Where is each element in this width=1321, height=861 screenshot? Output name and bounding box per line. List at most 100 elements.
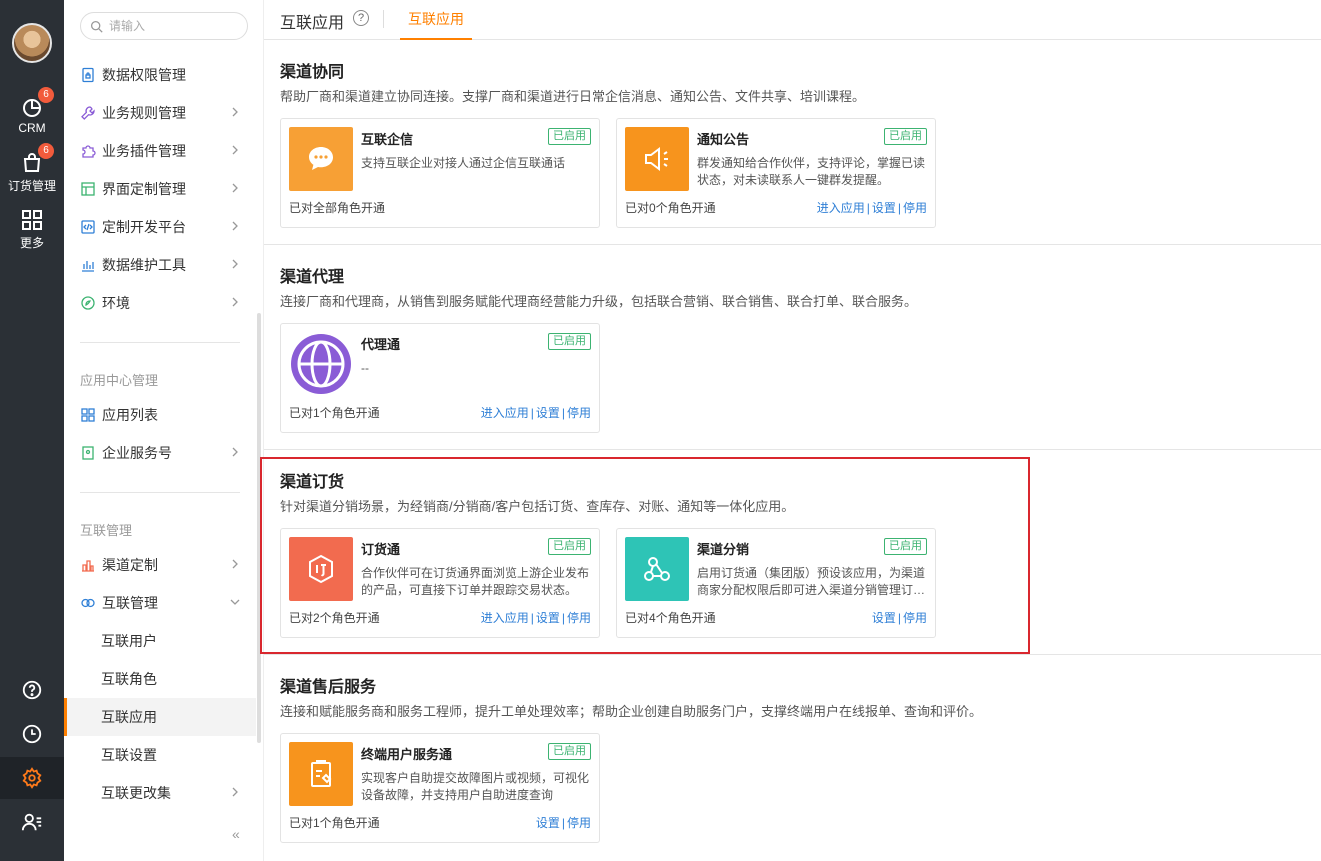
- crm-badge: 6: [38, 87, 54, 103]
- section-title: 渠道协同: [280, 64, 345, 81]
- app-desc: --: [361, 361, 369, 375]
- group-title-app-center: 应用中心管理: [80, 373, 159, 388]
- sidebar-item-business-plugins[interactable]: 业务插件管理: [64, 132, 256, 170]
- rail-item-crm[interactable]: 6 CRM: [0, 87, 64, 135]
- app-card-ordering[interactable]: 订货通 已启用 合作伙伴可在订货通界面浏览上游企业发布的产品，可直接下订单并跟踪…: [280, 528, 600, 638]
- section-channel-collaboration: 渠道协同 帮助厂商和渠道建立协同连接。支撑厂商和渠道进行日常企信消息、通知公告、…: [264, 40, 1321, 245]
- left-rail: 6 CRM 6 订货管理 更多: [0, 0, 64, 861]
- sidebar-item-interconnect-changesets[interactable]: 互联更改集: [64, 774, 256, 812]
- disable-link[interactable]: 停用: [567, 406, 591, 420]
- sidebar-item-dev-platform[interactable]: 定制开发平台: [64, 208, 256, 246]
- rail-item-more[interactable]: 更多: [0, 208, 64, 251]
- app-card-interconnect-im[interactable]: 互联企信 已启用 支持互联企业对接人通过企信互联通话 已对全部角色开通: [280, 118, 600, 228]
- status-badge: 已启用: [548, 128, 591, 145]
- enter-app-link[interactable]: 进入应用: [481, 406, 529, 420]
- sidebar-item-interconnect-apps[interactable]: 互联应用: [64, 698, 256, 736]
- sidebar-item-ui-customization[interactable]: 界面定制管理: [64, 170, 256, 208]
- history-button[interactable]: [0, 713, 64, 755]
- sidebar-item-label: 环境: [102, 295, 130, 311]
- app-name: 终端用户服务通: [361, 747, 453, 762]
- lock-file-icon: [80, 67, 96, 83]
- sidebar-item-business-rules[interactable]: 业务规则管理: [64, 94, 256, 132]
- status-badge: 已启用: [884, 128, 927, 145]
- disable-link[interactable]: 停用: [903, 201, 927, 215]
- app-desc: 合作伙伴可在订货通界面浏览上游企业发布的产品，可直接下订单并跟踪交易状态。: [361, 566, 590, 597]
- settings-link[interactable]: 设置: [536, 816, 560, 830]
- sidebar-item-interconnect-mgmt[interactable]: 互联管理: [64, 584, 256, 622]
- disable-link[interactable]: 停用: [567, 816, 591, 830]
- avatar[interactable]: [12, 23, 52, 63]
- sidebar-item-data-maintenance[interactable]: 数据维护工具: [64, 246, 256, 284]
- section-after-sales: 渠道售后服务 连接和赋能服务商和服务工程师，提升工单处理效率；帮助企业创建自助服…: [264, 655, 1321, 861]
- chart-building-icon: [80, 557, 96, 573]
- main-content: 互联应用 ? 互联应用 渠道协同 帮助厂商和渠道建立协同连接。支撑厂商和渠道进行…: [264, 0, 1321, 861]
- sidebar-item-label: 业务规则管理: [102, 105, 186, 121]
- rail-label-orders: 订货管理: [7, 179, 56, 193]
- service-clipboard-icon: [289, 742, 353, 806]
- globe-icon: [289, 332, 353, 396]
- help-button[interactable]: [0, 669, 64, 711]
- link-rings-icon: [80, 595, 96, 611]
- settings-link[interactable]: 设置: [872, 201, 896, 215]
- settings-link[interactable]: 设置: [536, 406, 560, 420]
- sidebar-item-app-list[interactable]: 应用列表: [64, 396, 256, 434]
- sidebar-item-service-account[interactable]: 企业服务号: [64, 434, 256, 472]
- enter-app-link[interactable]: 进入应用: [481, 611, 529, 625]
- app-name: 通知公告: [697, 132, 750, 147]
- search-input[interactable]: 请输入: [80, 12, 248, 40]
- user-settings-button[interactable]: [0, 801, 64, 843]
- status-badge: 已启用: [884, 538, 927, 555]
- sidebar-item-label: 互联设置: [101, 747, 157, 763]
- sidebar-item-data-permission[interactable]: 数据权限管理: [64, 56, 256, 94]
- sidebar-item-label: 企业服务号: [102, 445, 172, 461]
- sidebar-item-interconnect-roles[interactable]: 互联角色: [64, 660, 256, 698]
- chevron-right-icon: [232, 787, 238, 797]
- collapse-sidebar-button[interactable]: «: [232, 826, 240, 842]
- status-badge: 已启用: [548, 743, 591, 760]
- sidebar-item-channel-custom[interactable]: 渠道定制: [64, 546, 256, 584]
- sidebar-item-label: 数据权限管理: [102, 67, 186, 83]
- settings-button[interactable]: [0, 757, 64, 799]
- app-role-count: 已对1个角色开通: [289, 816, 380, 830]
- disable-link[interactable]: 停用: [567, 611, 591, 625]
- app-actions: 进入应用 | 设置 | 停用: [816, 201, 927, 215]
- sidebar-item-label: 业务插件管理: [102, 143, 186, 159]
- sidebar-item-environment[interactable]: 环境: [64, 284, 256, 322]
- app-role-count: 已对4个角色开通: [625, 611, 716, 625]
- header-divider: [383, 10, 384, 28]
- settings-link[interactable]: 设置: [872, 611, 896, 625]
- app-role-count: 已对0个角色开通: [625, 201, 716, 215]
- sidebar-item-interconnect-settings[interactable]: 互联设置: [64, 736, 256, 774]
- chevron-right-icon: [232, 145, 238, 155]
- group-title-interconnect: 互联管理: [80, 523, 133, 538]
- settings-link[interactable]: 设置: [536, 611, 560, 625]
- sidebar-item-label: 定制开发平台: [102, 219, 186, 235]
- disable-link[interactable]: 停用: [903, 611, 927, 625]
- sidebar-item-label: 界面定制管理: [102, 181, 186, 197]
- shopping-bag-icon: 6: [20, 143, 54, 175]
- app-card-agency[interactable]: 代理通 已启用 -- 已对1个角色开通 进入应用 | 设置 | 停用: [280, 323, 600, 433]
- sidebar-scrollbar[interactable]: [257, 313, 261, 743]
- bar-chart-icon: [80, 257, 96, 273]
- section-title: 渠道订货: [280, 474, 345, 491]
- section-desc: 针对渠道分销场景，为经销商/分销商/客户包括订货、查库存、对账、通知等一体化应用…: [280, 499, 795, 514]
- rail-item-orders[interactable]: 6 订货管理: [0, 143, 64, 194]
- chat-bubble-icon: [289, 127, 353, 191]
- layout-icon: [80, 181, 96, 197]
- help-icon[interactable]: ?: [353, 10, 369, 26]
- app-actions: 进入应用 | 设置 | 停用: [480, 406, 591, 420]
- sidebar-item-interconnect-users[interactable]: 互联用户: [64, 622, 256, 660]
- app-card-channel-distribution[interactable]: 渠道分销 已启用 启用订货通（集团版）预设该应用，为渠道商家分配权限后即可进入渠…: [616, 528, 936, 638]
- app-actions: 设置 | 停用: [871, 611, 927, 625]
- tab-interconnect-apps[interactable]: 互联应用: [400, 0, 472, 40]
- chevron-right-icon: [232, 447, 238, 457]
- app-desc: 群发通知给合作伙伴，支持评论，掌握已读状态，对未读联系人一键群发提醒。: [697, 156, 926, 187]
- sidebar-item-label: 互联应用: [101, 709, 157, 725]
- section-title: 渠道代理: [280, 269, 345, 286]
- sidebar-item-label: 数据维护工具: [102, 257, 186, 273]
- section-title: 渠道售后服务: [280, 679, 377, 696]
- app-card-notice[interactable]: 通知公告 已启用 群发通知给合作伙伴，支持评论，掌握已读状态，对未读联系人一键群…: [616, 118, 936, 228]
- section-desc: 连接厂商和代理商，从销售到服务赋能代理商经营能力升级，包括联合营销、联合销售、联…: [280, 294, 918, 309]
- enter-app-link[interactable]: 进入应用: [817, 201, 865, 215]
- app-card-end-user-service[interactable]: 终端用户服务通 已启用 实现客户自助提交故障图片或视频，可视化设备故障，并支持用…: [280, 733, 600, 843]
